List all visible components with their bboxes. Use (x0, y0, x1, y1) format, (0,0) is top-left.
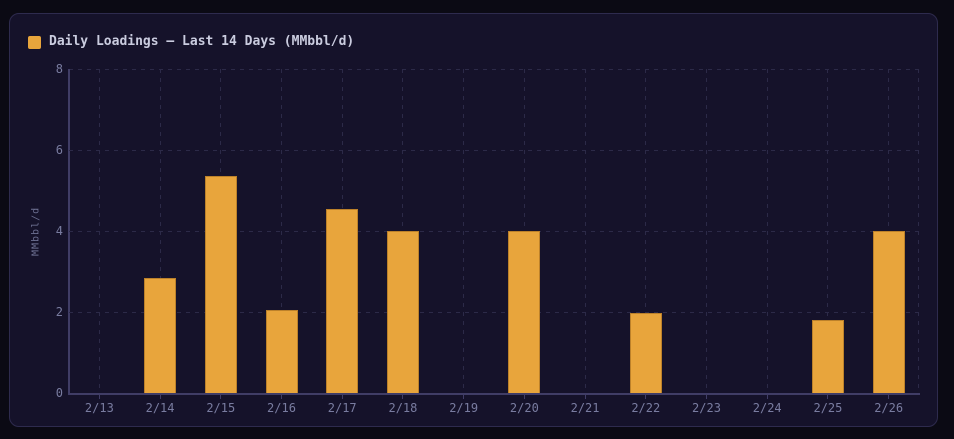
x-tick-mark (99, 395, 100, 399)
x-gridline (706, 69, 707, 393)
legend-item[interactable]: Daily Loadings — Last 14 Days (MMbbl/d) (28, 35, 354, 49)
x-tick-mark (402, 395, 403, 399)
x-gridline (585, 69, 586, 393)
x-tick-label: 2/26 (859, 401, 919, 415)
bar-2-17[interactable] (326, 209, 358, 393)
x-axis-line (68, 393, 920, 395)
x-tick-label: 2/13 (69, 401, 129, 415)
x-tick-mark (888, 395, 889, 399)
y-gridline (69, 150, 919, 151)
bar-2-15[interactable] (205, 176, 237, 393)
x-tick-label: 2/21 (555, 401, 615, 415)
x-tick-label: 2/19 (434, 401, 494, 415)
x-gridline (767, 69, 768, 393)
y-gridline (69, 231, 919, 232)
bar-2-14[interactable] (144, 278, 176, 393)
bar-2-26[interactable] (873, 231, 905, 393)
x-tick-mark (767, 395, 768, 399)
x-tick-label: 2/14 (130, 401, 190, 415)
bar-2-25[interactable] (812, 320, 844, 393)
x-tick-label: 2/17 (312, 401, 372, 415)
x-tick-label: 2/18 (373, 401, 433, 415)
x-tick-mark (160, 395, 161, 399)
x-tick-mark (524, 395, 525, 399)
x-tick-mark (342, 395, 343, 399)
x-tick-mark (585, 395, 586, 399)
x-tick-label: 2/23 (677, 401, 737, 415)
x-tick-label: 2/24 (737, 401, 797, 415)
x-tick-label: 2/25 (798, 401, 858, 415)
x-tick-label: 2/16 (252, 401, 312, 415)
x-tick-label: 2/22 (616, 401, 676, 415)
page: Daily Loadings — Last 14 Days (MMbbl/d) … (0, 0, 954, 439)
legend-label: Daily Loadings — Last 14 Days (MMbbl/d) (49, 35, 354, 49)
y-tick-label: 6 (23, 144, 63, 156)
x-tick-mark (463, 395, 464, 399)
plot-border-top (69, 69, 919, 70)
y-gridline (69, 312, 919, 313)
legend-swatch-icon (28, 36, 41, 49)
x-gridline (463, 69, 464, 393)
y-tick-label: 4 (23, 225, 63, 237)
y-tick-label: 8 (23, 63, 63, 75)
x-tick-mark (220, 395, 221, 399)
bar-2-16[interactable] (266, 310, 298, 393)
bar-2-22[interactable] (630, 313, 662, 393)
x-tick-mark (706, 395, 707, 399)
x-tick-mark (645, 395, 646, 399)
x-tick-label: 2/20 (494, 401, 554, 415)
x-tick-mark (281, 395, 282, 399)
y-tick-label: 2 (23, 306, 63, 318)
bar-2-18[interactable] (387, 231, 419, 393)
plot-area: 024682/132/142/152/162/172/182/192/202/2… (69, 69, 919, 393)
x-tick-label: 2/15 (191, 401, 251, 415)
x-gridline (99, 69, 100, 393)
y-tick-label: 0 (23, 387, 63, 399)
bar-2-20[interactable] (508, 231, 540, 393)
chart-card: Daily Loadings — Last 14 Days (MMbbl/d) … (9, 13, 938, 427)
x-tick-mark (827, 395, 828, 399)
